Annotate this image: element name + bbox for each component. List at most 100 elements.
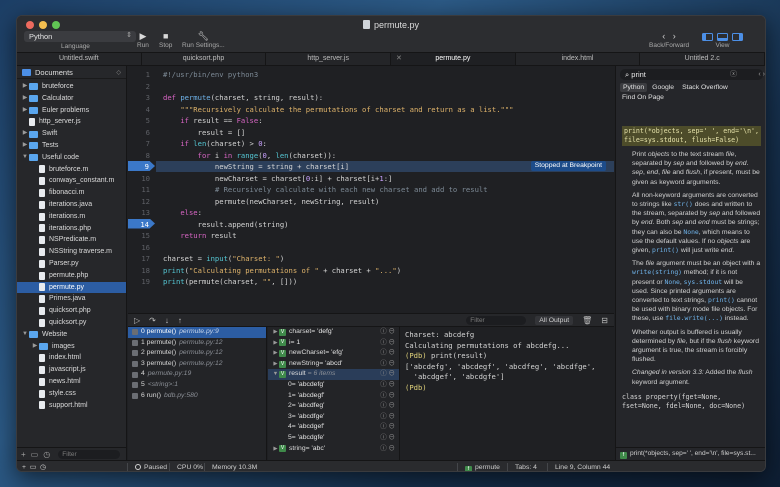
sidebar-file[interactable]: iterations.m — [17, 211, 126, 223]
sidebar-folder[interactable]: ▼ Useful code — [17, 152, 126, 164]
sidebar-file[interactable]: iterations.php — [17, 223, 126, 235]
sidebar-file[interactable]: iterations.java — [17, 199, 126, 211]
disclosure-icon[interactable]: ▶ — [21, 128, 29, 140]
language-select[interactable]: Python ⇕ — [24, 31, 136, 42]
code-line[interactable]: 8 for i in range(0, len(charset)): — [128, 150, 614, 161]
line-number[interactable]: 2 — [128, 81, 150, 92]
step-into-icon[interactable]: ↓ — [165, 316, 169, 325]
variable-row[interactable]: 5 = 'abcdgfe' ⓘ ⊖ — [268, 433, 399, 444]
find-on-page-link[interactable]: Find On Page — [616, 93, 765, 103]
line-number[interactable]: 4 — [128, 104, 150, 115]
tab-untitled-swift[interactable]: Untitled.swift — [17, 53, 142, 65]
sidebar-file[interactable]: support.html — [17, 400, 126, 412]
add-icon[interactable]: + — [21, 450, 26, 459]
disclosure-icon[interactable]: ▶ — [272, 338, 279, 349]
run-button[interactable]: ▶ Run — [137, 31, 149, 49]
code-line[interactable]: 10 newCharset = charset[0:i] + charset[i… — [128, 173, 614, 184]
docs-search-input[interactable]: ⌕ print ⓧ ‹ › — [620, 69, 765, 80]
disclosure-icon[interactable]: ▶ — [21, 140, 29, 152]
clear-search-icon[interactable]: ⓧ — [730, 69, 737, 80]
line-number[interactable]: 6 — [128, 127, 150, 138]
variable-info-icon[interactable]: ⓘ ⊖ — [380, 401, 395, 412]
variable-row[interactable]: 0 = 'abcdefg' ⓘ ⊖ — [268, 380, 399, 391]
code-line[interactable]: 17 charset = input("Charset: ") — [128, 253, 614, 264]
output-select[interactable]: All Output — [535, 315, 574, 325]
variable-row[interactable]: 4 = 'abcdgef' ⓘ ⊖ — [268, 422, 399, 433]
debug-console[interactable]: Charset: abcdefg Calculating permutations… — [401, 327, 614, 460]
debug-filter-input[interactable]: Filter — [466, 315, 527, 325]
clock-icon[interactable]: ◷ — [40, 464, 46, 471]
variable-info-icon[interactable]: ⓘ ⊖ — [380, 348, 395, 359]
line-number[interactable]: 15 — [128, 230, 150, 241]
sidebar-file[interactable]: permute.php — [17, 270, 126, 282]
disclosure-icon[interactable]: ▶ — [21, 105, 29, 117]
variable-row[interactable]: 2 = 'abcdfeg' ⓘ ⊖ — [268, 401, 399, 412]
sidebar-header[interactable]: Documents ◇ — [17, 66, 126, 79]
sidebar-file[interactable]: javascript.js — [17, 364, 126, 376]
code-line[interactable]: 12 permute(newCharset, newString, result… — [128, 196, 614, 207]
code-line[interactable]: 1 #!/usr/bin/env python3 — [128, 69, 614, 80]
stack-frame[interactable]: 1 permute() permute.py:12 — [128, 338, 266, 349]
line-number[interactable]: 3 — [128, 92, 150, 103]
variable-info-icon[interactable]: ⓘ ⊖ — [380, 391, 395, 402]
view-control[interactable]: View — [700, 31, 745, 49]
line-number[interactable]: 8 — [128, 150, 150, 161]
status-tabs[interactable]: Tabs: 4 — [515, 461, 537, 471]
tab-index-html[interactable]: index.html — [516, 53, 641, 65]
code-line[interactable]: 3 def permute(charset, string, result): — [128, 92, 614, 103]
sidebar-file[interactable]: bruteforce.m — [17, 164, 126, 176]
variable-row[interactable]: ▶ VnewCharset = 'efg' ⓘ ⊖ — [268, 348, 399, 359]
code-line[interactable]: 11 # Recursively calculate with each new… — [128, 184, 614, 195]
stack-frame[interactable]: 5 <string>:1 — [128, 380, 266, 391]
docs-tab-stack-overflow[interactable]: Stack Overflow — [679, 83, 731, 92]
stack-frame[interactable]: 3 permute() permute.py:12 — [128, 359, 266, 370]
sidebar-folder[interactable]: ▶ Euler problems — [17, 105, 126, 117]
line-number[interactable]: 16 — [128, 242, 150, 253]
status-language[interactable]: f permute — [465, 461, 500, 471]
variable-row[interactable]: ▶ Vi = 1 ⓘ ⊖ — [268, 338, 399, 349]
line-number[interactable]: 19 — [128, 276, 150, 287]
sidebar-file[interactable]: permute.py — [17, 281, 126, 294]
new-folder-icon[interactable]: ▭ — [31, 450, 39, 459]
code-line[interactable]: 18 print("Calculating permutations of " +… — [128, 265, 614, 276]
docs-tab-python[interactable]: Python — [620, 83, 648, 92]
variable-info-icon[interactable]: ⓘ ⊖ — [380, 369, 395, 380]
code-editor[interactable]: 1 #!/usr/bin/env python3 2 3 def permute(cha… — [128, 66, 614, 313]
variable-row[interactable]: ▼ Vresult = 6 items ⓘ ⊖ — [268, 369, 399, 380]
folder-icon[interactable]: ▭ — [30, 464, 36, 471]
sidebar-file[interactable]: http_server.js — [17, 116, 126, 128]
docs-nav-icons[interactable]: ‹ › — [758, 69, 765, 80]
breakpoint-marker[interactable]: 14 — [128, 218, 155, 229]
sidebar-file[interactable]: quicksort.py — [17, 317, 126, 329]
sidebar-file[interactable]: fibonacci.m — [17, 187, 126, 199]
code-line[interactable]: 9 newString = string + charset[i] — [128, 161, 614, 172]
sidebar-file[interactable]: style.css — [17, 388, 126, 400]
tab-quicksort-php[interactable]: quicksort.php — [142, 53, 267, 65]
disclosure-icon[interactable]: ▶ — [272, 359, 279, 370]
sidebar-folder[interactable]: ▶ Tests — [17, 140, 126, 152]
variable-info-icon[interactable]: ⓘ ⊖ — [380, 412, 395, 423]
toggle-sidebar-icon[interactable] — [702, 32, 713, 41]
sidebar-folder[interactable]: ▶ Swift — [17, 128, 126, 140]
line-number[interactable]: 18 — [128, 265, 150, 276]
sidebar-file[interactable]: Parser.py — [17, 258, 126, 270]
stack-frame[interactable]: 0 permute() permute.py:9 — [128, 327, 266, 338]
sidebar-folder[interactable]: ▶ images — [17, 341, 126, 353]
sidebar-file[interactable]: NSString traverse.m — [17, 246, 126, 258]
variable-info-icon[interactable]: ⓘ ⊖ — [380, 359, 395, 370]
add-icon[interactable]: + — [22, 464, 26, 471]
sidebar-file[interactable]: NSPredicate.m — [17, 234, 126, 246]
variable-row[interactable]: ▶ VnewString = 'abcd' ⓘ ⊖ — [268, 359, 399, 370]
code-line[interactable]: 16 — [128, 242, 614, 253]
disclosure-icon[interactable]: ▶ — [31, 341, 39, 353]
code-line[interactable]: 15 return result — [128, 230, 614, 241]
sidebar-file[interactable]: news.html — [17, 376, 126, 388]
line-number[interactable]: 7 — [128, 138, 150, 149]
clock-icon[interactable]: ◷ — [43, 450, 50, 459]
step-out-icon[interactable]: ↑ — [178, 316, 182, 325]
back-forward-control[interactable]: ‹ › Back/Forward — [649, 31, 689, 49]
code-line[interactable]: 19 print(permute(charset, "", [])) — [128, 276, 614, 287]
line-number[interactable]: 13 — [128, 207, 150, 218]
variable-row[interactable]: 3 = 'abcdfge' ⓘ ⊖ — [268, 412, 399, 423]
docs-tab-google[interactable]: Google — [649, 83, 677, 92]
